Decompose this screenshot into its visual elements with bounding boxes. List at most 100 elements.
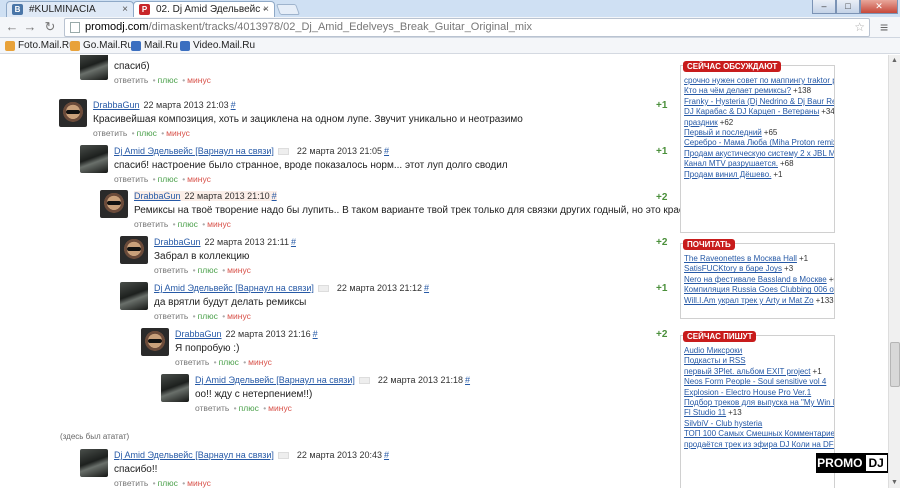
avatar[interactable]: [120, 282, 148, 310]
minus-link[interactable]: минус: [248, 357, 272, 367]
sidebar-link[interactable]: Explosion - Electro House Pro Ver.1: [684, 388, 811, 397]
avatar[interactable]: [80, 449, 108, 477]
avatar[interactable]: [59, 99, 87, 127]
reply-link[interactable]: ответить: [114, 174, 148, 184]
sidebar-link[interactable]: Neos Form People - Soul sensitive vol 4: [684, 377, 826, 386]
comment-author[interactable]: DrabbaGun: [134, 191, 181, 201]
reply-link[interactable]: ответить: [175, 357, 209, 367]
permalink[interactable]: #: [272, 191, 277, 201]
forward-icon[interactable]: →: [22, 19, 38, 35]
sidebar-link[interactable]: Кто на чём делает ремиксы?: [684, 86, 791, 95]
back-icon[interactable]: ←: [4, 19, 20, 35]
sidebar-link[interactable]: Продам акустическую систему 2 x JBL MRX5…: [684, 149, 834, 158]
minus-link[interactable]: минус: [166, 128, 190, 138]
comment-author[interactable]: Dj Amid Эдельвейс [Варнаул на связи]: [154, 283, 314, 293]
minimize-button[interactable]: –: [812, 0, 836, 14]
reply-link[interactable]: ответить: [114, 478, 148, 488]
avatar[interactable]: [80, 145, 108, 173]
sidebar-link[interactable]: SatisFUCKtory в баре Joys: [684, 264, 782, 273]
scroll-thumb[interactable]: [890, 342, 900, 387]
permalink[interactable]: #: [384, 450, 389, 460]
sidebar-link[interactable]: SilvbiV - Club hysteria: [684, 419, 762, 428]
permalink[interactable]: #: [291, 237, 296, 247]
comment-author[interactable]: DrabbaGun: [154, 237, 201, 247]
sidebar-link[interactable]: ТОП 100 Самых Смешных Комментариев Разде…: [684, 429, 834, 438]
sidebar-link[interactable]: Подбор треков для выпуска на "My Win Rec…: [684, 398, 834, 407]
plus-link[interactable]: плюс: [158, 75, 178, 85]
bookmark-go-mail[interactable]: Go.Mail.Ru: [70, 40, 133, 52]
plus-link[interactable]: плюс: [158, 478, 178, 488]
minus-link[interactable]: минус: [207, 219, 231, 229]
reply-link[interactable]: ответить: [93, 128, 127, 138]
reply-link[interactable]: ответить: [114, 75, 148, 85]
bookmark-mail[interactable]: Mail.Ru: [131, 40, 178, 52]
plus-link[interactable]: плюс: [178, 219, 198, 229]
plus-link[interactable]: плюс: [219, 357, 239, 367]
avatar[interactable]: [80, 55, 108, 80]
plus-link[interactable]: плюс: [198, 265, 218, 275]
sidebar-link[interactable]: Подкасты и RSS: [684, 356, 746, 365]
permalink[interactable]: #: [465, 375, 470, 385]
minus-link[interactable]: минус: [268, 403, 292, 413]
reply-link[interactable]: ответить: [154, 265, 188, 275]
bookmark-video-mail[interactable]: Video.Mail.Ru: [180, 40, 255, 52]
sidebar-link[interactable]: Первый и последний: [684, 128, 762, 137]
sidebar-link[interactable]: Fl Studio 11: [684, 408, 726, 417]
close-icon[interactable]: ×: [122, 2, 128, 17]
close-icon[interactable]: ×: [263, 2, 269, 17]
maximize-button[interactable]: □: [836, 0, 860, 14]
sidebar-link[interactable]: Nero на фестивале Bassland в Москве: [684, 275, 827, 284]
plus-link[interactable]: плюс: [137, 128, 157, 138]
sidebar-link[interactable]: Franky - Hysteria (Dj Nedrino & Dj Baur …: [684, 97, 834, 106]
minus-link[interactable]: минус: [227, 311, 251, 321]
scroll-up-icon[interactable]: ▲: [891, 57, 898, 64]
tab-promodj[interactable]: P 02. Dj Amid Эдельвейс - ×: [133, 1, 275, 17]
minus-link[interactable]: минус: [187, 478, 211, 488]
sidebar-link[interactable]: The Raveonettes в Москва Hall: [684, 254, 797, 263]
comment-author[interactable]: DrabbaGun: [175, 329, 222, 339]
comment-author[interactable]: Dj Amid Эдельвейс [Варнаул на связи]: [195, 375, 355, 385]
bookmark-foto-mail[interactable]: Foto.Mail.Ru: [5, 40, 75, 52]
reply-link[interactable]: ответить: [154, 311, 188, 321]
plus-link[interactable]: плюс: [198, 311, 218, 321]
sidebar-link[interactable]: Продам винил Дёшево.: [684, 170, 771, 179]
permalink[interactable]: #: [384, 146, 389, 156]
sidebar-link[interactable]: срочно нужен совет по маппингу traktor p…: [684, 76, 834, 85]
sidebar-link[interactable]: Компиляция Russia Goes Clubbing 006 от B…: [684, 285, 834, 294]
wrench-icon[interactable]: ≡: [880, 18, 888, 36]
sidebar-link[interactable]: DJ Карабас & DJ Карцеп - Ветераны: [684, 107, 819, 116]
minus-link[interactable]: минус: [187, 174, 211, 184]
tab-kulminacia[interactable]: В #KULMINACIA ×: [6, 1, 134, 17]
permalink[interactable]: #: [313, 329, 318, 339]
address-bar[interactable]: promodj.com/dimaskent/tracks/4013978/02_…: [64, 18, 870, 37]
sidebar-link[interactable]: праздник: [684, 118, 718, 127]
plus-link[interactable]: плюс: [239, 403, 259, 413]
plus-link[interactable]: плюс: [158, 174, 178, 184]
avatar[interactable]: [120, 236, 148, 264]
comment-author[interactable]: DrabbaGun: [93, 100, 140, 110]
close-window-button[interactable]: ✕: [860, 0, 898, 14]
comment-author[interactable]: Dj Amid Эдельвейс [Варнаул на связи]: [114, 146, 274, 156]
reply-link[interactable]: ответить: [195, 403, 229, 413]
tab-label: #KULMINACIA: [29, 4, 96, 15]
sidebar-link[interactable]: Audio Миксроки: [684, 346, 742, 355]
sidebar-link[interactable]: Will.I.Am украл трек у Arty и Mat Zo: [684, 296, 814, 305]
permalink[interactable]: #: [231, 100, 236, 110]
sidebar-link[interactable]: продаётся трек из эфира DJ Коли на DFM 2…: [684, 440, 834, 449]
sidebar-link[interactable]: Серебро - Мама Люба (Miha Proton remix): [684, 138, 834, 147]
comment-author[interactable]: Dj Amid Эдельвейс [Варнаул на связи]: [114, 450, 274, 460]
minus-link[interactable]: минус: [187, 75, 211, 85]
new-tab-button[interactable]: [275, 4, 301, 15]
vertical-scrollbar[interactable]: ▲ ▼: [888, 55, 900, 488]
avatar[interactable]: [141, 328, 169, 356]
permalink[interactable]: #: [424, 283, 429, 293]
reply-link[interactable]: ответить: [134, 219, 168, 229]
scroll-down-icon[interactable]: ▼: [891, 479, 898, 486]
reload-icon[interactable]: ↻: [42, 19, 58, 35]
avatar[interactable]: [100, 190, 128, 218]
avatar[interactable]: [161, 374, 189, 402]
sidebar-link[interactable]: Канал MTV разрушается.: [684, 159, 778, 168]
bookmark-star-icon[interactable]: ☆: [854, 19, 865, 36]
sidebar-link[interactable]: первый 3Plet. альбом EXIT project: [684, 367, 811, 376]
minus-link[interactable]: минус: [227, 265, 251, 275]
